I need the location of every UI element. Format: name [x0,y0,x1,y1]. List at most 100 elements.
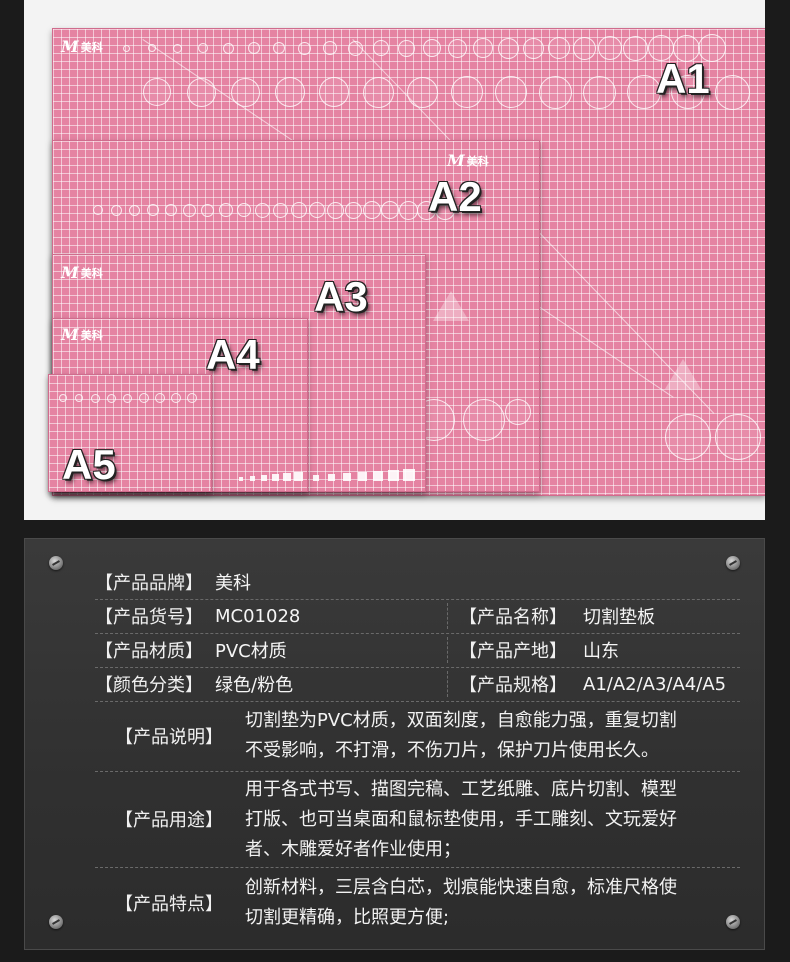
screw-icon [49,556,63,570]
spec-label: 【产品特点】 [115,894,223,915]
circle-guide [139,393,149,403]
concentric-circle-guide [665,414,711,460]
circle-guide [143,78,171,106]
concentric-circle-guide [463,399,505,441]
column-divider [447,603,448,629]
circle-guide [123,393,132,403]
spec-description-text: 用于各式书写、描图完稿、工艺纸雕、底片切割、模型 打版、也可当桌面和鼠标垫使用，… [245,775,745,865]
circle-guide [248,42,260,54]
circle-guide [107,393,116,403]
circle-guide [201,203,214,217]
spec-value: 切割垫板 [583,607,655,628]
circle-guide [171,393,181,403]
circle-guide [111,204,122,216]
circle-guide [173,43,182,53]
description-line: 用于各式书写、描图完稿、工艺纸雕、底片切割、模型 [245,779,677,800]
label-a2: A2 [428,173,482,220]
spec-value: 山东 [583,641,619,662]
circle-guide [147,204,159,216]
circle-guide [715,74,750,110]
spec-label: 【产品名称】 [459,607,567,628]
spec-label: 【产品货号】 [95,607,203,628]
brand-logo-letter: M [447,151,465,170]
circle-guide [123,44,130,52]
concentric-circle-guide [715,414,761,460]
circle-guide [273,42,285,54]
spec-row-material: 【产品材质】 PVC材质 【产品产地】 山东 [95,633,740,668]
circle-guide [198,43,208,53]
label-a5: A5 [62,441,116,488]
circle-guide [183,203,196,217]
circle-guide [373,40,389,56]
circle-guide [59,394,67,402]
brand-logo: M 美科 [61,263,103,282]
circle-guide [398,39,415,57]
triangle-guide [433,291,469,321]
spec-row-color: 【颜色分类】 绿色/粉色 【产品规格】 A1/A2/A3/A4/A5 [95,667,740,702]
circle-guide [275,77,305,107]
brand-logo: M 美科 [61,325,103,344]
label-a1: A1 [656,55,710,102]
description-line: 切割垫为PVC材质，双面刻度，自愈能力强，重复切割 [245,710,677,731]
spec-value: 绿色/粉色 [215,675,294,696]
circle-guide [548,37,570,59]
spec-label: 【产品材质】 [95,641,203,662]
circle-guide [573,36,596,60]
circle-guide [399,200,418,220]
spec-row-features: 【产品特点】 创新材料，三层含白芯，划痕能快速自愈，标准尺格使 切割更精确，比照… [95,867,740,939]
spec-value: 美科 [215,573,251,594]
square-guide [250,476,255,481]
description-line: 不受影响，不打滑，不伤刀片，保护刀片使用长久。 [245,740,659,761]
circle-guide [495,76,527,108]
circle-guide [237,203,251,217]
square-guide [283,473,291,481]
circle-guide [363,76,394,108]
square-guide [343,473,351,481]
column-divider [447,671,448,697]
circle-guide [423,39,441,57]
spec-row-sku: 【产品货号】 MC01028 【产品名称】 切割垫板 [95,599,740,634]
description-line: 创新材料，三层含白芯，划痕能快速自愈，标准尺格使 [245,877,677,898]
circle-guide [623,35,648,61]
spec-row-description: 【产品说明】 切割垫为PVC材质，双面刻度，自愈能力强，重复切割 不受影响，不打… [95,701,740,772]
spec-row-brand: 【产品品牌】 美科 [95,565,740,600]
circle-guide [323,41,337,55]
description-line: 切割更精确，比照更方便; [245,907,450,928]
square-guide [388,470,399,481]
label-a4: A4 [206,331,260,378]
circle-guide [448,38,467,58]
spec-row-usage: 【产品用途】 用于各式书写、描图完稿、工艺纸雕、底片切割、模型 打版、也可当桌面… [95,771,740,868]
circle-guide [327,201,344,219]
circle-guide [155,393,165,403]
square-guide [403,469,415,481]
spec-label: 【产品产地】 [459,641,567,662]
circle-guide [598,36,622,60]
circle-guide [165,204,177,216]
circle-guide [75,394,83,402]
circle-guide [93,205,103,215]
circle-guide [363,201,381,219]
circle-guide [255,202,270,218]
square-guide [294,472,303,481]
brand-logo-text: 美科 [80,328,103,342]
circle-guide [91,393,100,403]
square-guide [373,471,383,481]
circle-guide [345,201,362,219]
spec-description-text: 切割垫为PVC材质，双面刻度，自愈能力强，重复切割 不受影响，不打滑，不伤刀片，… [245,706,745,766]
label-a3: A3 [314,273,368,320]
circle-guide [523,37,544,59]
screw-icon [49,915,63,929]
brand-logo-text: 美科 [80,40,103,54]
circle-guide [381,201,399,219]
brand-logo: M 美科 [61,37,103,56]
circle-guide [187,77,216,107]
spec-label: 【产品品牌】 [95,573,203,594]
brand-logo-text: 美科 [80,266,103,280]
circle-guide [309,202,325,218]
concentric-circle-guide [505,399,531,425]
spec-label: 【产品用途】 [115,810,223,831]
description-line: 者、木雕爱好者作业使用； [245,839,461,860]
square-guide [239,477,243,481]
circle-guide [223,42,234,54]
spec-description-text: 创新材料，三层含白芯，划痕能快速自愈，标准尺格使 切割更精确，比照更方便; [245,873,745,933]
